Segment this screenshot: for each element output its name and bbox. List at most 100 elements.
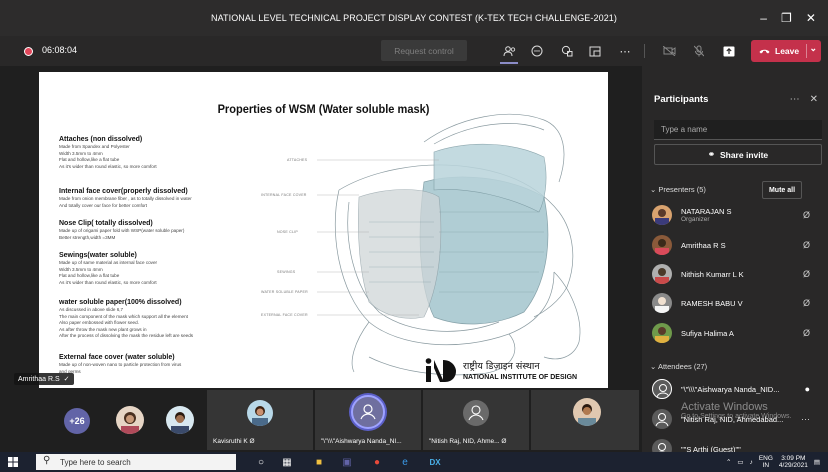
clock[interactable]: 3:09 PM 4/29/2021: [779, 455, 808, 469]
presenters-label: Presenters (5): [658, 185, 706, 194]
lang-line1: ENG: [758, 455, 773, 462]
avatar: [652, 264, 672, 284]
participant-role: Organizer: [681, 216, 710, 223]
mic-off-icon: Ø: [501, 438, 507, 445]
mic-off-icon[interactable]: [690, 42, 708, 60]
participant-name: NATARAJAN S: [681, 207, 732, 216]
recording-indicator-icon: [24, 47, 33, 56]
avatar[interactable]: [166, 406, 194, 434]
video-tile[interactable]: Kavisruthi K Ø: [207, 390, 313, 450]
cortana-icon[interactable]: ○: [254, 455, 268, 469]
task-view-icon[interactable]: ▦: [280, 455, 294, 469]
watermark-line2: Go to Settings to activate Windows.: [681, 413, 792, 420]
chat-icon[interactable]: [528, 42, 546, 60]
windows-taskbar: ⚲ Type here to search ○ ▦ ■ ▣ ● e DX ⌃ ▭…: [0, 452, 828, 472]
nid-logo-block: राष्ट्रीय डिज़ाइन संस्थान NATIONAL INSTI…: [423, 356, 577, 384]
participants-panel: Participants ⋯ ✕ Type a name ⚭ Share inv…: [642, 66, 828, 458]
avatar: [652, 205, 672, 225]
attendees-group-header[interactable]: ⌄ Attendees (27): [650, 362, 707, 371]
chevron-up-icon[interactable]: ⌃: [726, 458, 731, 466]
presenters-group-header[interactable]: ⌄ Presenters (5): [650, 185, 706, 194]
participant-row[interactable]: RAMESH BABU V Ø: [652, 290, 822, 316]
more-participants-button[interactable]: +26: [64, 408, 90, 434]
system-tray: ⌃ ▭ ♪ ENG IN 3:09 PM 4/29/2021 ▤: [726, 454, 820, 470]
diagram-label: ATTACHES: [287, 158, 308, 162]
language-indicator[interactable]: ENG IN: [759, 455, 773, 469]
toolbar-divider: [644, 44, 645, 58]
diagram-label: SEWINGS: [277, 270, 296, 274]
more-actions-icon[interactable]: ⋯: [616, 42, 634, 60]
avatar: [351, 395, 385, 429]
nid-hindi-name: राष्ट्रीय डिज़ाइन संस्थान: [463, 361, 540, 372]
video-tile[interactable]: [531, 390, 639, 450]
participant-name: Nithish Kumarr L K: [681, 269, 744, 279]
mic-off-icon: Ø: [802, 298, 810, 308]
diagram-label: EXTERNAL FACE COVER: [261, 313, 308, 317]
leave-button[interactable]: Leave ⌄: [751, 40, 821, 62]
maximize-icon[interactable]: ❐: [781, 11, 792, 25]
hangup-icon: [759, 49, 770, 54]
participants-active-underline: [500, 62, 518, 64]
mic-on-icon: ●: [804, 384, 810, 394]
clock-date: 4/29/2021: [778, 462, 808, 469]
network-icon[interactable]: ▭: [737, 458, 743, 466]
file-explorer-icon[interactable]: ■: [312, 455, 326, 469]
mic-off-icon: ✓: [63, 376, 70, 383]
share-tray-icon[interactable]: [720, 42, 738, 60]
app-icon[interactable]: DX: [428, 455, 442, 469]
request-control-button[interactable]: Request control: [381, 40, 467, 61]
chevron-down-icon: ⌄: [650, 185, 657, 194]
nid-english-name: NATIONAL INSTITUTE OF DESIGN: [463, 374, 578, 381]
participant-row[interactable]: NATARAJAN S Organizer Ø: [652, 202, 822, 228]
participant-search-input[interactable]: Type a name: [654, 120, 822, 140]
video-tile-speaking[interactable]: "\"\\\"Aishwarya Nanda_NI...: [315, 390, 421, 450]
participant-row[interactable]: Amrithaa R S Ø: [652, 232, 822, 258]
breakout-rooms-icon[interactable]: [586, 42, 604, 60]
avatar: [652, 293, 672, 313]
volume-icon[interactable]: ♪: [750, 459, 753, 466]
reactions-icon[interactable]: [558, 42, 576, 60]
nid-logo-icon: [423, 356, 457, 384]
edge-icon[interactable]: e: [398, 455, 412, 469]
mute-all-button[interactable]: Mute all: [762, 181, 802, 199]
window-title: NATIONAL LEVEL TECHNICAL PROJECT DISPLAY…: [210, 13, 618, 23]
participant-row[interactable]: "\"\\\"Aishwarya Nanda_NID... ●: [652, 376, 822, 402]
notifications-icon[interactable]: ▤: [814, 458, 820, 466]
participant-row[interactable]: Nithish Kumarr L K Ø: [652, 261, 822, 287]
share-invite-button[interactable]: ⚭ Share invite: [654, 144, 822, 165]
participants-icon[interactable]: [500, 42, 518, 60]
chrome-icon[interactable]: ●: [370, 455, 384, 469]
tile-name: "\"\\\"Aishwarya Nanda_NI...: [321, 438, 402, 445]
avatar[interactable]: [116, 406, 144, 434]
search-icon: ⚲: [43, 455, 51, 466]
close-icon[interactable]: ✕: [806, 11, 816, 25]
presenter-name: Amrithaa R.S: [18, 375, 60, 383]
video-gallery: +26 Kavisruthi K Ø "\"\\\"Aishwarya Nand…: [0, 390, 642, 452]
diagram-label: WATER SOLUBLE PAPER: [261, 290, 308, 294]
window-titlebar: NATIONAL LEVEL TECHNICAL PROJECT DISPLAY…: [0, 0, 828, 36]
video-tile[interactable]: "Nitish Raj, NID, Ahme... Ø: [423, 390, 529, 450]
avatar: [652, 235, 672, 255]
avatar: [652, 379, 672, 399]
leave-label: Leave: [775, 46, 800, 56]
more-options-icon[interactable]: ⋯: [790, 94, 800, 105]
close-panel-icon[interactable]: ✕: [810, 94, 818, 105]
meeting-toolbar: 06:08:04 Request control ⋯ Leave ⌄: [0, 36, 828, 66]
chevron-down-icon: ⌄: [650, 362, 657, 371]
participant-name: "\"\\\"Aishwarya Nanda_NID...: [681, 384, 780, 394]
taskbar-search-input[interactable]: ⚲ Type here to search: [36, 454, 236, 470]
meeting-timer: 06:08:04: [42, 45, 78, 55]
chevron-down-icon[interactable]: ⌄: [809, 43, 817, 54]
windows-start-icon[interactable]: [8, 457, 18, 467]
avatar: [573, 398, 601, 426]
mask-diagram: [317, 114, 581, 376]
more-options-icon[interactable]: ⋯: [801, 414, 810, 425]
participant-row[interactable]: Sufiya Halima A Ø: [652, 320, 822, 346]
teams-icon[interactable]: ▣: [340, 455, 354, 469]
participant-name: Sufiya Halima A: [681, 328, 734, 338]
activate-windows-watermark: Activate Windows Go to Settings to activ…: [681, 402, 792, 422]
minimize-icon[interactable]: –: [760, 11, 767, 25]
participant-name: RAMESH BABU V: [681, 298, 743, 308]
camera-off-icon[interactable]: [660, 42, 678, 60]
attendees-label: Attendees (27): [657, 362, 708, 371]
